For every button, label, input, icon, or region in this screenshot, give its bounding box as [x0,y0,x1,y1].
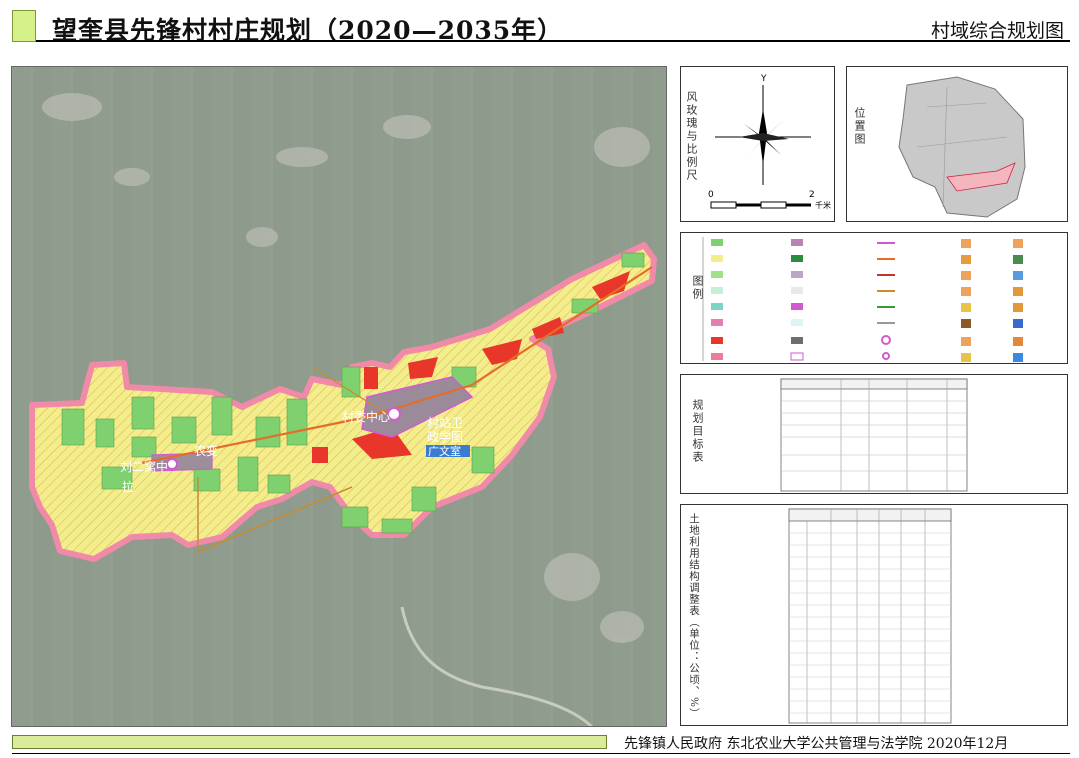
footer-credits: 先锋镇人民政府 东北农业大学公共管理与法学院 2020年12月 [624,736,1009,752]
title-accent [12,10,36,42]
map-frame[interactable]: 村委中心 村站卫 政学图 广文室 刘二窝中 拉 农变 [11,66,667,727]
scale-end: 2 [809,190,815,200]
scale-unit: 千米 [815,200,831,210]
landuse-table [788,508,952,724]
legend-column-5 [1013,239,1023,362]
location-panel: 位置图 [846,66,1068,222]
label-gov: 村站卫 [427,416,463,430]
label-west2: 拉 [122,479,134,494]
title-bar: 望奎县先锋村村庄规划（2020—2035年） 村域综合规划图 [12,10,1070,45]
target-panel: 规划目标表 [680,374,1068,494]
legend-swatches [702,237,1023,362]
west-center-marker[interactable] [166,458,178,470]
legend-column-2 [790,239,804,361]
location-map [898,76,1026,218]
footer-accent [12,735,607,749]
legend-column-1 [711,239,723,360]
north-label: Y [760,74,767,84]
label-west1: 刘二窝中 [120,459,168,474]
page-subtitle: 村域综合规划图 [930,20,1064,42]
landuse-panel: 土地利用结构调整表（单位：公顷、%） [680,504,1068,726]
legend-panel: 图例 [680,232,1068,364]
label-gov2: 政学图 [427,429,463,444]
label-gov3: 广文室 [428,444,461,458]
footer-bar: 先锋镇人民政府 东北农业大学公共管理与法学院 2020年12月 [12,735,1070,754]
satellite-map[interactable]: 村委中心 村站卫 政学图 广文室 刘二窝中 拉 农变 [12,67,667,727]
compass-panel: 风玫瑰与比例尺 Y 0 2 千米 [680,66,835,222]
legend-column-3 [877,242,895,360]
wind-rose: Y 0 2 千米 [708,74,831,210]
footer-underline [12,753,1070,754]
label-west3: 农变 [194,443,218,458]
title-underline [36,40,1070,42]
target-table [780,378,968,492]
legend-column-4 [961,239,971,362]
label-center: 村委中心 [342,409,390,424]
scale-start: 0 [708,190,714,200]
